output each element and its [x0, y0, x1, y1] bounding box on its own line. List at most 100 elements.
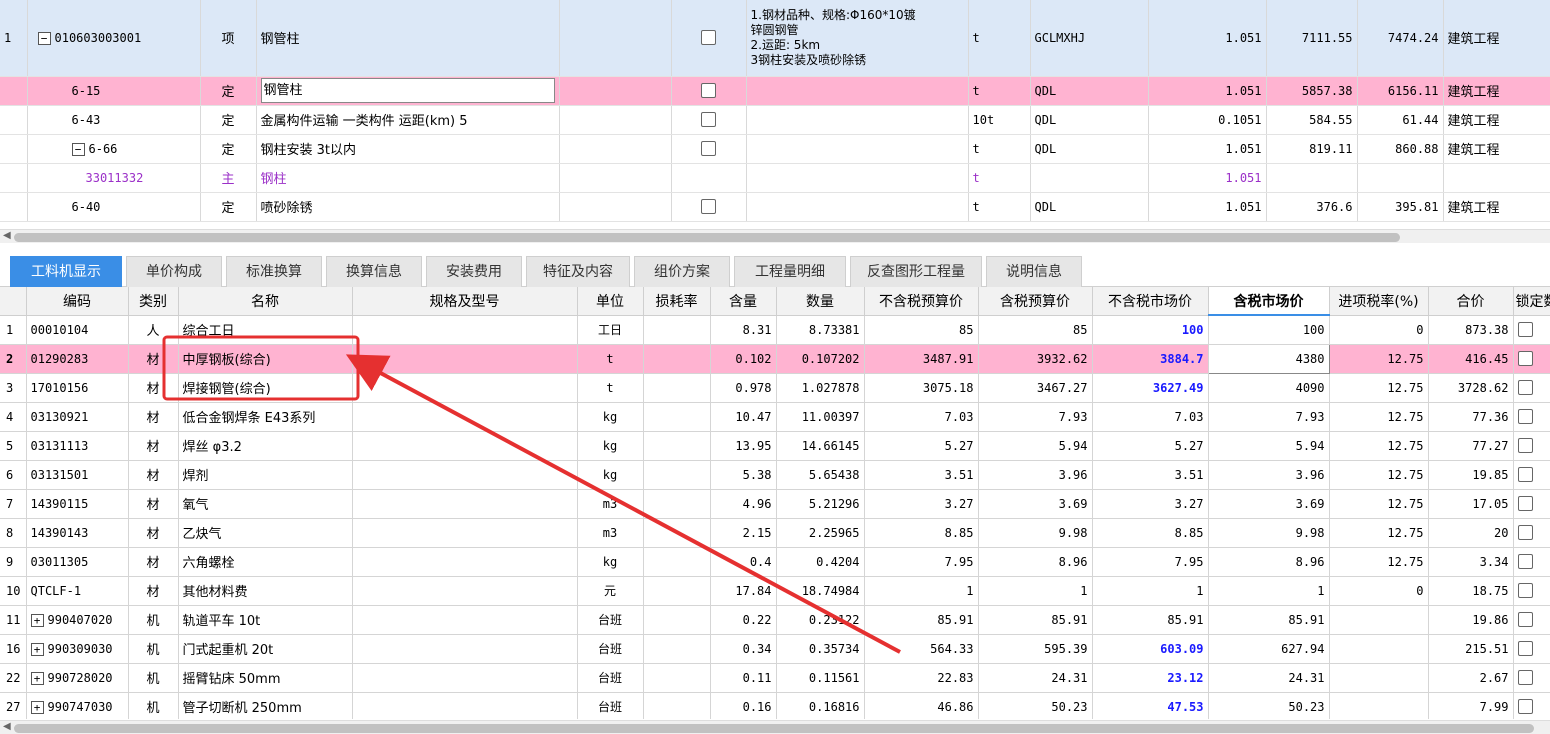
column-header[interactable]: 单位: [577, 287, 644, 316]
resource-name[interactable]: 乙炔气: [178, 518, 353, 548]
resource-row[interactable]: 5 03131113 材焊丝 φ3.2 kg 13.95 14.66145 5.27 5.94…: [0, 431, 1550, 461]
market-price-incl-tax[interactable]: 100: [1208, 315, 1330, 345]
market-price-incl-tax[interactable]: 4380: [1207, 343, 1330, 374]
resource-content[interactable]: 0.978: [710, 373, 777, 403]
market-price-excl-tax[interactable]: 603.09: [1092, 634, 1209, 664]
resource-code[interactable]: 03131501: [26, 460, 129, 490]
market-price-excl-tax[interactable]: 7.03: [1092, 402, 1209, 432]
resource-code[interactable]: +990407020: [26, 605, 129, 635]
item-category[interactable]: [1443, 163, 1550, 193]
lock-cell[interactable]: [1513, 402, 1550, 432]
input-tax-rate[interactable]: 12.75: [1329, 460, 1429, 490]
column-header[interactable]: 不含税预算价: [864, 287, 979, 316]
resource-code[interactable]: 14390143: [26, 518, 129, 548]
spec-cell[interactable]: [559, 134, 672, 164]
input-tax-rate[interactable]: [1329, 692, 1429, 719]
resource-row[interactable]: 8 14390143 材乙炔气 m3 2.15 2.25965 8.85 9.98 8.85 9.…: [0, 518, 1550, 548]
lock-checkbox[interactable]: [1517, 612, 1533, 627]
resource-content[interactable]: 8.31: [710, 315, 777, 345]
resource-spec[interactable]: [352, 460, 578, 490]
item-checkbox[interactable]: [701, 30, 716, 46]
resource-name[interactable]: 焊接钢管(综合): [178, 373, 353, 403]
top-horizontal-scrollbar[interactable]: ◀: [0, 229, 1550, 243]
lock-cell[interactable]: [1513, 373, 1550, 403]
scroll-thumb[interactable]: [14, 233, 1400, 242]
collapse-toggle-icon[interactable]: −: [37, 31, 51, 45]
column-header[interactable]: 不含税市场价: [1092, 287, 1209, 316]
market-price-excl-tax[interactable]: 7.95: [1092, 547, 1209, 577]
column-header[interactable]: 含税预算价: [978, 287, 1093, 316]
item-row[interactable]: 33011332 主钢柱 t 1.051: [0, 163, 1550, 193]
item-name[interactable]: 钢管柱: [256, 76, 560, 106]
resource-content[interactable]: 0.22: [710, 605, 777, 635]
market-price-incl-tax[interactable]: 9.98: [1208, 518, 1330, 548]
item-name[interactable]: 钢柱安装 3t以内: [256, 134, 560, 164]
resource-spec[interactable]: [352, 663, 578, 693]
lock-cell[interactable]: [1513, 605, 1550, 635]
item-checkbox[interactable]: [701, 83, 716, 98]
resource-row[interactable]: 11 +990407020 机轨道平车 10t 台班 0.22 0.23122 85.91 8…: [0, 605, 1550, 635]
resource-content[interactable]: 13.95: [710, 431, 777, 461]
checkbox-cell[interactable]: [671, 76, 747, 106]
resource-row[interactable]: 7 14390115 材氧气 m3 4.96 5.21296 3.27 3.69 3.27 3.6…: [0, 489, 1550, 519]
lock-cell[interactable]: [1513, 663, 1550, 693]
item-name[interactable]: 钢管柱: [256, 0, 560, 77]
checkbox-cell[interactable]: [671, 134, 747, 164]
lock-cell[interactable]: [1513, 634, 1550, 664]
spec-cell[interactable]: [559, 76, 672, 106]
tab-5[interactable]: 安装费用: [426, 256, 522, 287]
resource-name[interactable]: 管子切断机 250mm: [178, 692, 353, 719]
spec-cell[interactable]: [559, 163, 672, 193]
market-price-excl-tax[interactable]: 23.12: [1092, 663, 1209, 693]
market-price-incl-tax[interactable]: 3.69: [1208, 489, 1330, 519]
resource-spec[interactable]: [352, 402, 578, 432]
spec-cell[interactable]: [559, 192, 672, 222]
spec-cell[interactable]: [559, 105, 672, 135]
resource-spec[interactable]: [352, 344, 578, 374]
resource-name[interactable]: 综合工日: [178, 315, 353, 345]
quantity-expression[interactable]: [1030, 163, 1149, 193]
lock-checkbox[interactable]: [1517, 670, 1533, 685]
resource-content[interactable]: 0.16: [710, 692, 777, 719]
item-row[interactable]: 1−010603003001 项钢管柱 1.钢材品种、规格:Φ160*10镀 锌圆钢管…: [0, 0, 1550, 77]
input-tax-rate[interactable]: [1329, 634, 1429, 664]
resource-content[interactable]: 0.34: [710, 634, 777, 664]
input-tax-rate[interactable]: 12.75: [1329, 402, 1429, 432]
input-tax-rate[interactable]: 0: [1329, 315, 1429, 345]
item-code[interactable]: 33011332: [27, 163, 201, 193]
resource-name[interactable]: 摇臂钻床 50mm: [178, 663, 353, 693]
item-code[interactable]: −6-66: [27, 134, 201, 164]
item-category[interactable]: 建筑工程: [1443, 0, 1550, 77]
resource-spec[interactable]: [352, 315, 578, 345]
scroll-left-arrow-icon[interactable]: ◀: [3, 230, 11, 241]
lock-cell[interactable]: [1513, 518, 1550, 548]
resource-row[interactable]: 3 17010156 材焊接钢管(综合) t 0.978 1.027878 3075.18 3…: [0, 373, 1550, 403]
spec-cell[interactable]: [559, 0, 672, 77]
loss-rate[interactable]: [643, 663, 711, 693]
column-header[interactable]: 数量: [776, 287, 865, 316]
resource-content[interactable]: 2.15: [710, 518, 777, 548]
loss-rate[interactable]: [643, 344, 711, 374]
resource-name[interactable]: 中厚钢板(综合): [178, 344, 353, 374]
item-name[interactable]: 金属构件运输 一类构件 运距(km) 5: [256, 105, 560, 135]
checkbox-cell[interactable]: [671, 192, 747, 222]
tab-3[interactable]: 标准换算: [226, 256, 322, 287]
market-price-incl-tax[interactable]: 8.96: [1208, 547, 1330, 577]
resource-spec[interactable]: [352, 431, 578, 461]
market-price-incl-tax[interactable]: 85.91: [1208, 605, 1330, 635]
resource-name[interactable]: 焊丝 φ3.2: [178, 431, 353, 461]
resource-spec[interactable]: [352, 692, 578, 719]
resource-spec[interactable]: [352, 518, 578, 548]
market-price-incl-tax[interactable]: 5.94: [1208, 431, 1330, 461]
lock-checkbox[interactable]: [1517, 409, 1533, 424]
item-quantity[interactable]: 1.051: [1148, 134, 1267, 164]
resource-code[interactable]: 14390115: [26, 489, 129, 519]
column-header[interactable]: 规格及型号: [352, 287, 578, 316]
item-quantity[interactable]: 0.1051: [1148, 105, 1267, 135]
item-name[interactable]: 钢柱: [256, 163, 560, 193]
resource-row[interactable]: 27 +990747030 机管子切断机 250mm 台班 0.16 0.16816 46.…: [0, 692, 1550, 719]
resource-row[interactable]: 6 03131501 材焊剂 kg 5.38 5.65438 3.51 3.96 3.51 3.9…: [0, 460, 1550, 490]
market-price-incl-tax[interactable]: 24.31: [1208, 663, 1330, 693]
item-row[interactable]: −6-66 定钢柱安装 3t以内 t QDL 1.051 819.11 860.88 建筑工程: [0, 134, 1550, 164]
resource-spec[interactable]: [352, 605, 578, 635]
